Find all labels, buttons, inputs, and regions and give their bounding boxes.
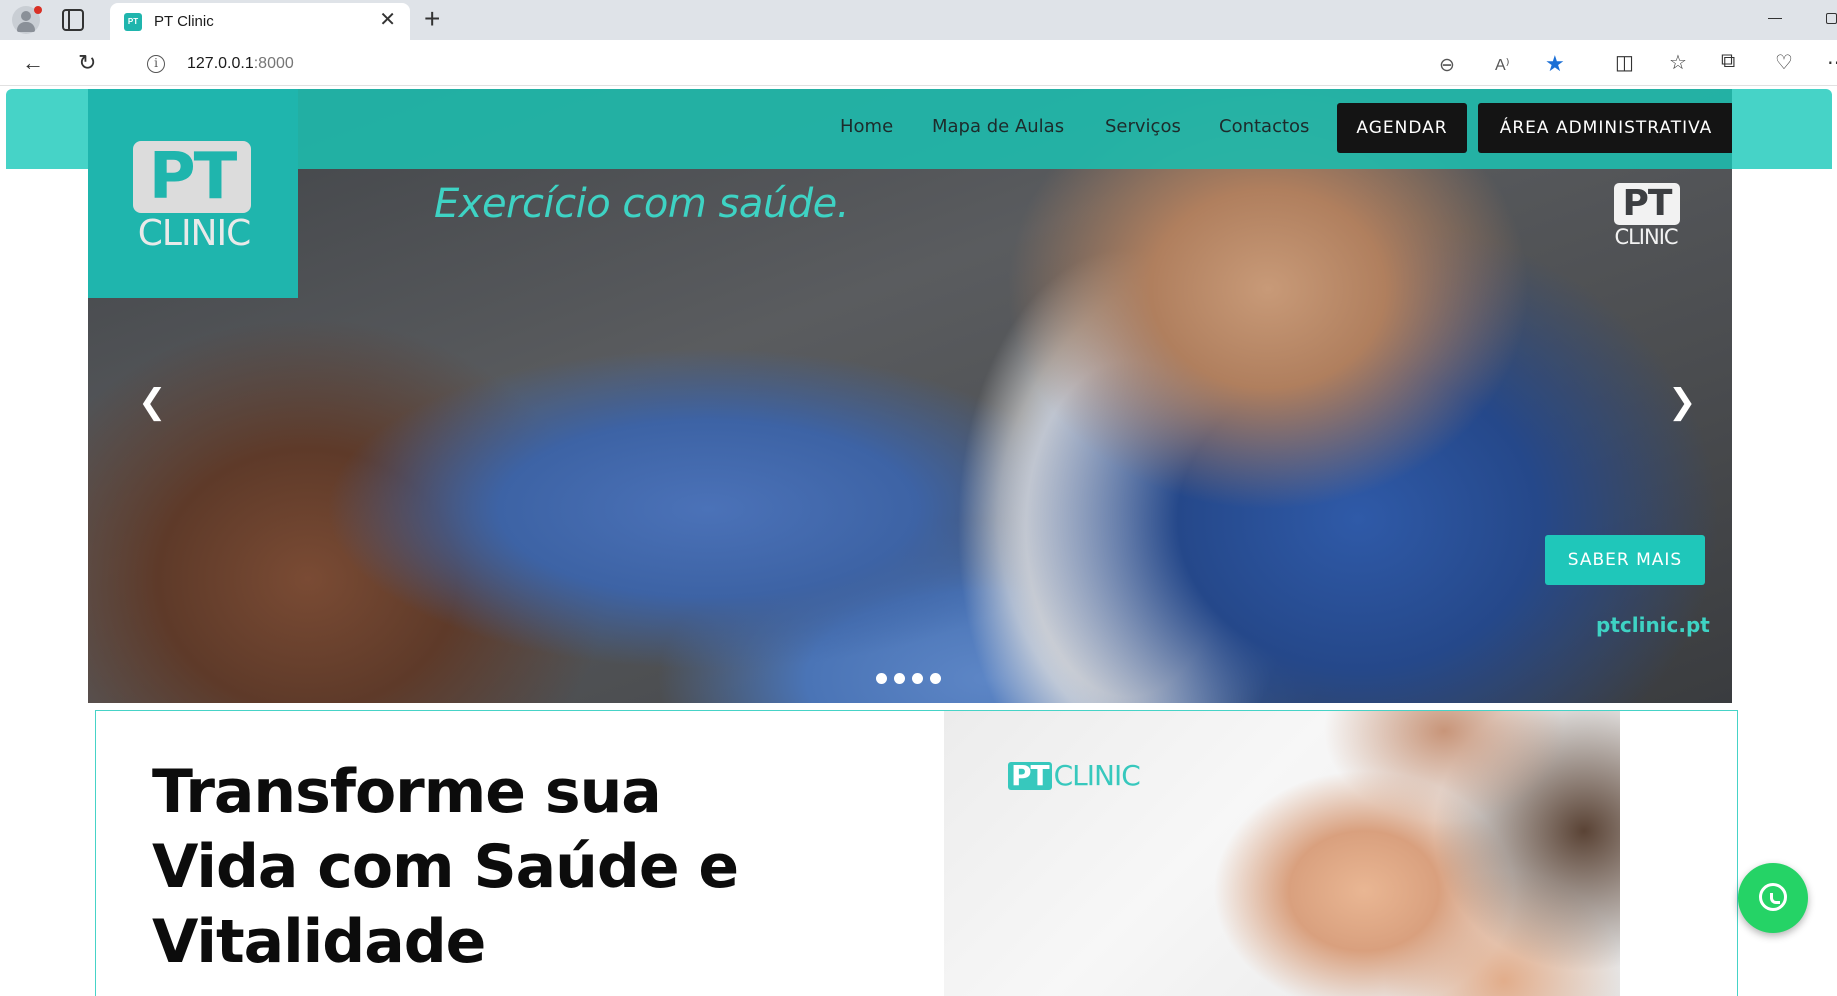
- back-arrow-icon[interactable]: ←: [22, 50, 44, 76]
- about-title-line: Vida com Saúde e: [152, 832, 739, 902]
- url-port: :8000: [253, 55, 294, 72]
- carousel-indicator[interactable]: [912, 673, 923, 684]
- split-screen-icon[interactable]: ◫: [1615, 50, 1634, 75]
- carousel-indicator[interactable]: [876, 673, 887, 684]
- carousel-indicator[interactable]: [894, 673, 905, 684]
- favorites-icon[interactable]: ☆: [1669, 50, 1687, 75]
- saber-mais-button[interactable]: SABER MAIS: [1545, 535, 1705, 585]
- carousel-indicator[interactable]: [930, 673, 941, 684]
- close-tab-icon[interactable]: ✕: [379, 10, 396, 30]
- browser-essentials-icon[interactable]: ♡: [1775, 50, 1793, 75]
- zoom-out-icon[interactable]: ⊖: [1439, 54, 1455, 77]
- url-text[interactable]: 127.0.0.1:8000: [187, 55, 294, 73]
- favorite-star-icon[interactable]: ★: [1545, 51, 1565, 77]
- profile-notification-badge: [34, 6, 42, 14]
- minimize-window-icon[interactable]: [1768, 18, 1782, 19]
- page-viewport: PT CLINIC Home Mapa de Aulas Serviços Co…: [0, 87, 1837, 996]
- about-image-logo-pt: PT: [1008, 762, 1052, 790]
- whatsapp-button[interactable]: [1738, 863, 1808, 933]
- nav-servicos[interactable]: Serviços: [1105, 116, 1181, 137]
- hero-logo-clinic: CLINIC: [1614, 225, 1678, 249]
- new-tab-button[interactable]: +: [424, 4, 440, 34]
- hero-tagline: Exercício com saúde.: [434, 181, 849, 227]
- read-aloud-icon[interactable]: A⁾: [1495, 55, 1510, 75]
- logo-clinic: CLINIC: [137, 213, 252, 254]
- maximize-window-icon[interactable]: [1826, 13, 1837, 24]
- admin-area-button[interactable]: ÁREA ADMINISTRATIVA: [1478, 103, 1732, 153]
- whatsapp-icon: [1759, 883, 1787, 911]
- tab-actions-icon[interactable]: [62, 9, 84, 31]
- about-title: Transforme sua Vida com Saúde e Vitalida…: [152, 755, 792, 980]
- reload-icon[interactable]: ↻: [78, 50, 96, 76]
- nav-home[interactable]: Home: [840, 116, 893, 137]
- hero-logo-pt: PT: [1614, 183, 1680, 225]
- tab-pt-clinic[interactable]: PT PT Clinic ✕: [110, 3, 410, 40]
- agendar-button[interactable]: AGENDAR: [1337, 103, 1467, 153]
- site-info-icon[interactable]: i: [147, 55, 165, 73]
- about-image-logo-clinic: CLINIC: [1053, 759, 1141, 792]
- nav-mapa-de-aulas[interactable]: Mapa de Aulas: [932, 116, 1064, 137]
- carousel-prev-icon[interactable]: ❮: [138, 385, 167, 419]
- nav-contactos[interactable]: Contactos: [1219, 116, 1309, 137]
- logo-pt: PT: [133, 141, 251, 213]
- address-bar[interactable]: i 127.0.0.1:8000 ⊖ A⁾ ★: [126, 44, 1586, 82]
- collections-icon[interactable]: ⧉: [1721, 50, 1735, 73]
- tab-title: PT Clinic: [154, 13, 214, 30]
- hero-carousel: PT CLINIC Home Mapa de Aulas Serviços Co…: [88, 89, 1732, 703]
- about-image: PT CLINIC: [944, 711, 1620, 996]
- about-title-line: Transforme sua: [152, 757, 662, 827]
- site-logo[interactable]: PT CLINIC: [88, 89, 298, 298]
- about-section: Transforme sua Vida com Saúde e Vitalida…: [95, 710, 1738, 996]
- tab-favicon-icon: PT: [124, 13, 142, 31]
- browser-toolbar: ← ↻ i 127.0.0.1:8000 ⊖ A⁾ ★ ◫ ☆ ⧉ ♡ ⋯: [0, 40, 1837, 86]
- carousel-next-icon[interactable]: ❯: [1668, 385, 1697, 419]
- about-title-line: Vitalidade: [152, 907, 486, 977]
- url-host: 127.0.0.1: [187, 55, 254, 72]
- hero-watermark-logo: PT CLINIC: [1606, 183, 1686, 253]
- more-icon[interactable]: ⋯: [1827, 50, 1837, 75]
- hero-site-url: ptclinic.pt: [1596, 613, 1710, 637]
- browser-tab-bar: PT PT Clinic ✕ +: [0, 0, 1837, 40]
- about-image-logo: PT CLINIC: [1008, 759, 1141, 792]
